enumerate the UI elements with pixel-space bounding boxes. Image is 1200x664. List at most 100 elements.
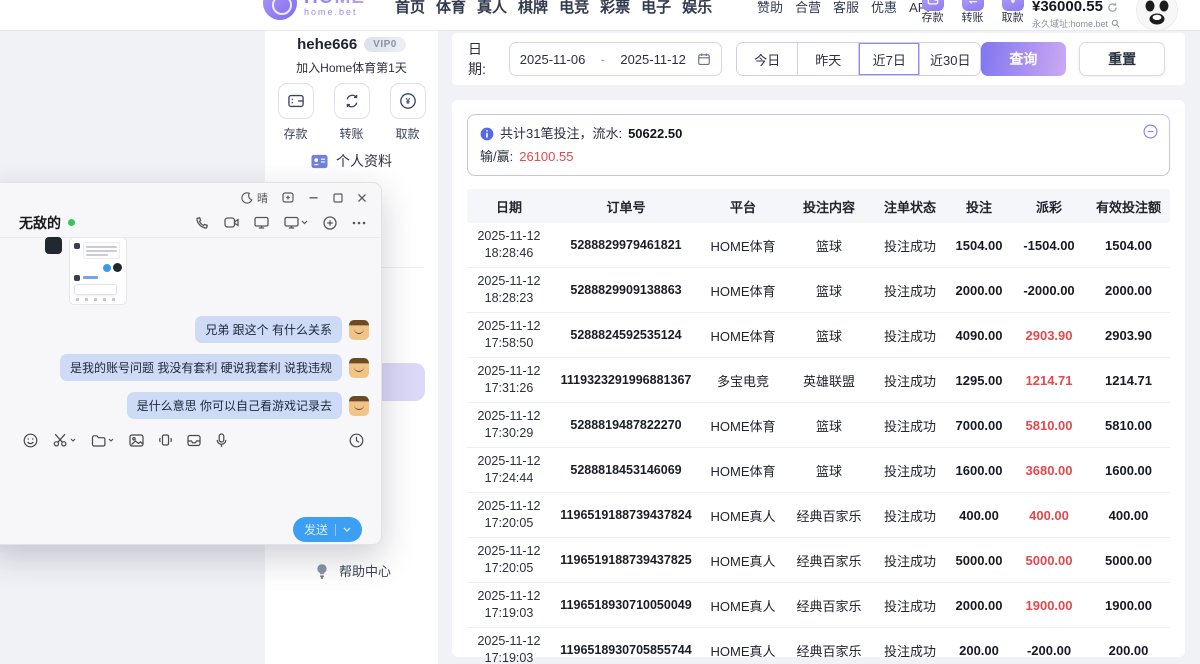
- panda-avatar-image: [1137, 0, 1177, 30]
- cell-datetime: 2025-11-1217:19:03: [467, 633, 551, 664]
- voice-message-icon[interactable]: [216, 433, 227, 448]
- cell-bet-content: 经典百家乐: [785, 641, 873, 660]
- 存款-icon: [278, 83, 314, 119]
- screenshot-attachment[interactable]: [69, 237, 127, 305]
- secondary-link-合营[interactable]: 合营: [795, 1, 821, 14]
- cell-platform: HOME真人: [701, 641, 785, 660]
- nav-link-首页[interactable]: 首页: [395, 0, 425, 15]
- topbar-action-存款[interactable]: 存款: [919, 0, 946, 24]
- chat-bubble[interactable]: 兄弟 跟这个 有什么关系: [195, 316, 342, 343]
- close-icon[interactable]: [357, 193, 367, 203]
- image-icon[interactable]: [129, 434, 144, 447]
- video-call-icon[interactable]: [224, 216, 239, 229]
- sender-avatar[interactable]: [349, 396, 369, 416]
- shake-icon[interactable]: [159, 433, 172, 447]
- search-button[interactable]: 查询: [981, 42, 1067, 76]
- voice-call-icon[interactable]: [195, 216, 209, 230]
- more-options-icon[interactable]: [352, 221, 366, 225]
- screenshot-icon[interactable]: [53, 433, 76, 447]
- screen-share-icon[interactable]: [254, 216, 269, 229]
- minimize-icon[interactable]: [308, 192, 319, 203]
- range-button-今日[interactable]: 今日: [737, 43, 797, 75]
- file-icon[interactable]: [91, 434, 114, 447]
- topbar-action-转账[interactable]: 转账: [959, 0, 986, 24]
- sender-avatar[interactable]: [349, 358, 369, 378]
- emoji-icon[interactable]: [23, 433, 38, 448]
- table-row: 2025-11-1217:20:051196519188739437824HOM…: [467, 493, 1170, 538]
- cell-datetime: 2025-11-1217:24:44: [467, 453, 551, 487]
- chat-message: 兄弟 跟这个 有什么关系: [195, 316, 369, 343]
- reset-button[interactable]: 重置: [1079, 42, 1165, 76]
- table-row: 2025-11-1217:30:295288819487822270HOME体育…: [467, 403, 1170, 448]
- sidebar-action-取款[interactable]: ¥取款: [390, 83, 426, 142]
- send-button[interactable]: 发送: [293, 517, 362, 542]
- cell-bet-amount: 1295.00: [947, 373, 1011, 388]
- range-button-昨天[interactable]: 昨天: [797, 43, 858, 75]
- range-button-近7日[interactable]: 近7日: [858, 43, 919, 75]
- message-box-icon[interactable]: [187, 434, 201, 447]
- table-row: 2025-11-1217:19:031196518930705855744HOM…: [467, 628, 1170, 664]
- cell-platform: HOME真人: [701, 596, 785, 615]
- cell-bet-amount: 1600.00: [947, 463, 1011, 478]
- panel-toggle-icon[interactable]: [282, 192, 294, 203]
- secondary-link-客服[interactable]: 客服: [833, 1, 859, 14]
- cell-payout: 5810.00: [1011, 418, 1087, 433]
- sidebar-action-存款[interactable]: 存款: [278, 83, 314, 142]
- topbar-wallet-actions: 存款转账 ¥取款: [919, 0, 1026, 24]
- nav-link-彩票[interactable]: 彩票: [600, 0, 630, 15]
- add-circle-icon[interactable]: [323, 216, 337, 230]
- nav-link-电竞[interactable]: 电竞: [559, 0, 589, 15]
- chat-history-icon[interactable]: [349, 433, 364, 448]
- brand-logo[interactable]: HOME home.bet: [263, 0, 365, 20]
- cell-payout: 3680.00: [1011, 463, 1087, 478]
- cell-bet-content: 英雄联盟: [785, 371, 873, 390]
- cell-payout: 1900.00: [1011, 598, 1087, 613]
- 取款-icon: ¥: [1002, 0, 1024, 11]
- nav-link-娱乐[interactable]: 娱乐: [682, 0, 712, 15]
- cell-bet-amount: 7000.00: [947, 418, 1011, 433]
- collapse-summary-icon[interactable]: [1143, 124, 1158, 139]
- cell-order-number: 1196518930710050049: [551, 598, 701, 612]
- magnifier-icon[interactable]: [1111, 19, 1120, 28]
- range-button-近30日[interactable]: 近30日: [919, 43, 980, 75]
- online-status-dot: [68, 219, 75, 226]
- top-navbar: HOME home.bet 首页体育真人棋牌电竞彩票电子娱乐 赞助合营客服优惠A…: [0, 0, 1200, 30]
- nav-link-棋牌[interactable]: 棋牌: [518, 0, 548, 15]
- logo-icon: [263, 0, 297, 20]
- secondary-link-赞助[interactable]: 赞助: [757, 1, 783, 14]
- weather-widget[interactable]: 晴: [241, 190, 268, 206]
- nav-link-电子[interactable]: 电子: [641, 0, 671, 15]
- user-avatar[interactable]: [1136, 0, 1178, 30]
- maximize-icon[interactable]: [333, 193, 343, 203]
- cell-status: 投注成功: [873, 506, 947, 525]
- sidebar-item-profile[interactable]: 个人资料: [265, 151, 438, 171]
- nav-link-真人[interactable]: 真人: [477, 0, 507, 15]
- remote-desktop-icon[interactable]: [284, 216, 308, 229]
- cell-status: 投注成功: [873, 596, 947, 615]
- column-header: 日期: [467, 197, 551, 216]
- cell-bet-amount: 2000.00: [947, 598, 1011, 613]
- topbar-action-取款[interactable]: ¥取款: [999, 0, 1026, 24]
- secondary-link-优惠[interactable]: 优惠: [871, 1, 897, 14]
- topbar-action-label: 转账: [962, 13, 984, 24]
- sidebar-item-help[interactable]: 帮助中心: [315, 561, 391, 580]
- chat-bubble[interactable]: 是什么意思 你可以自己看游戏记录去: [127, 392, 342, 419]
- contact-avatar[interactable]: [45, 237, 62, 254]
- sidebar-action-转账[interactable]: 转账: [334, 83, 370, 142]
- date-range-input[interactable]: 2025-11-06 - 2025-11-12: [509, 42, 722, 76]
- summary-box: 共计31笔投注，流水: 50622.50 输/赢: 26100.55: [467, 114, 1170, 176]
- cell-payout: -200.00: [1011, 643, 1087, 658]
- cell-platform: HOME体育: [701, 461, 785, 480]
- sender-avatar[interactable]: [349, 320, 369, 340]
- cell-status: 投注成功: [873, 236, 947, 255]
- nav-link-体育[interactable]: 体育: [436, 0, 466, 15]
- summary-turnover-value: 50622.50: [628, 122, 682, 145]
- chat-input-toolbar: [23, 428, 364, 452]
- cell-order-number: 5288818453146069: [551, 463, 701, 477]
- cell-time-value: 17:20:05: [467, 560, 551, 577]
- refresh-balance-icon[interactable]: [1107, 2, 1118, 13]
- send-options-caret-icon[interactable]: [343, 527, 351, 532]
- column-header: 平台: [701, 197, 785, 216]
- cell-valid-amount: 5000.00: [1087, 553, 1170, 568]
- chat-bubble[interactable]: 是我的账号问题 我没有套利 硬说我套利 说我违规: [60, 354, 342, 381]
